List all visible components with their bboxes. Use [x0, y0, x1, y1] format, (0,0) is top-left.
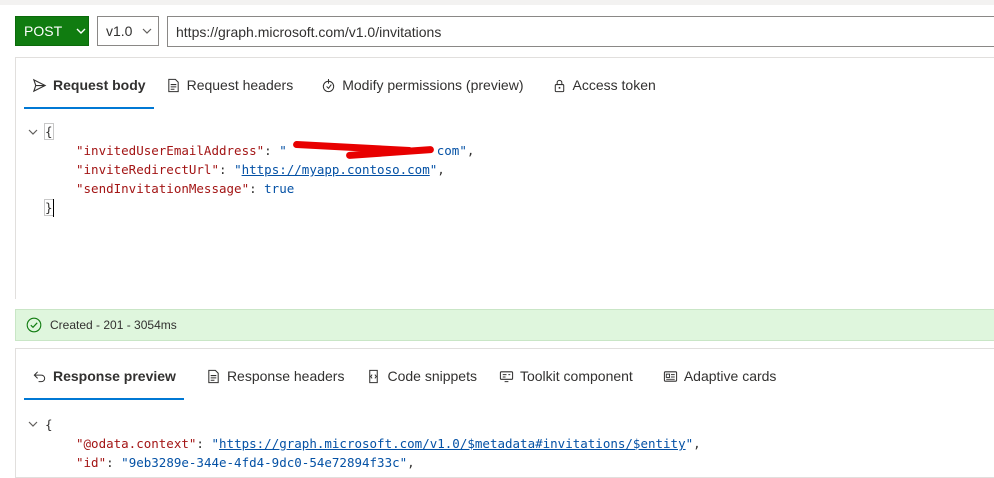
- json-separator: :: [196, 436, 212, 451]
- tab-response-preview[interactable]: Response preview: [24, 358, 184, 400]
- fold-chevron-icon[interactable]: [28, 419, 38, 429]
- json-value: "9eb3289e-344e-4fd4-9dc0-54e72894f33c": [121, 455, 408, 470]
- tab-request-body[interactable]: Request body: [24, 67, 154, 109]
- document-icon: [167, 78, 179, 92]
- http-method-dropdown[interactable]: POST: [15, 16, 89, 46]
- json-separator: :: [249, 181, 265, 196]
- json-value: true: [264, 181, 295, 196]
- fold-chevron-icon[interactable]: [28, 127, 38, 137]
- tab-request-headers[interactable]: Request headers: [158, 67, 302, 103]
- json-quote: ": [234, 162, 242, 177]
- chevron-down-icon: [76, 28, 86, 34]
- url-input[interactable]: https://graph.microsoft.com/v1.0/invitat…: [167, 16, 994, 47]
- json-line: "id": "9eb3289e-344e-4fd4-9dc0-54e72894f…: [76, 453, 415, 472]
- json-key: "sendInvitationMessage": [76, 181, 250, 196]
- json-trailing-comma: ,: [437, 162, 445, 177]
- json-key: "inviteRedirectUrl": [76, 162, 219, 177]
- json-key: "@odata.context": [76, 436, 197, 451]
- json-line: "sendInvitationMessage": true: [76, 179, 294, 198]
- http-method-label: POST: [24, 23, 63, 39]
- json-close-brace: }: [44, 198, 54, 217]
- top-strip: [0, 0, 994, 5]
- json-line: "@odata.context": "https://graph.microso…: [76, 434, 701, 453]
- undo-arrow-icon: [33, 370, 46, 382]
- json-value-tail: com": [436, 143, 467, 158]
- code-snippet-icon: [369, 369, 379, 383]
- tab-access-token[interactable]: Access token: [544, 67, 664, 103]
- json-separator: :: [264, 143, 280, 158]
- close-brace: }: [44, 199, 54, 216]
- json-trailing-comma: ,: [466, 143, 475, 158]
- json-separator: :: [219, 162, 235, 177]
- card-icon: [663, 370, 677, 382]
- tab-label: Request body: [53, 77, 146, 93]
- tab-modify-permissions[interactable]: Modify permissions (preview): [313, 67, 531, 103]
- json-value: ": [279, 143, 287, 158]
- tab-label: Response preview: [53, 368, 176, 384]
- version-dropdown[interactable]: v1.0: [97, 16, 159, 46]
- chevron-down-icon: [143, 28, 152, 34]
- json-key: "id": [76, 455, 107, 470]
- permission-icon: [323, 78, 335, 92]
- json-open-brace: {: [44, 122, 54, 141]
- json-separator: :: [106, 455, 122, 470]
- tab-label: Modify permissions (preview): [342, 77, 524, 93]
- open-brace: {: [45, 417, 53, 432]
- json-open-brace: {: [45, 415, 53, 434]
- tab-label: Access token: [572, 77, 656, 93]
- json-trailing-comma: ,: [407, 455, 415, 470]
- send-icon: [32, 78, 47, 92]
- json-quote: ": [211, 436, 220, 451]
- tab-adaptive-cards[interactable]: Adaptive cards: [655, 358, 785, 394]
- url-text: https://graph.microsoft.com/v1.0/invitat…: [176, 23, 442, 40]
- tab-toolkit-component[interactable]: Toolkit component: [491, 358, 641, 394]
- toolkit-icon: [499, 370, 514, 382]
- response-panel: Response preview Response headers Code s…: [15, 348, 994, 478]
- tab-response-headers[interactable]: Response headers: [198, 358, 353, 394]
- json-line: "inviteRedirectUrl": "https://myapp.cont…: [76, 160, 445, 179]
- open-brace: {: [44, 123, 54, 140]
- tab-label: Request headers: [186, 77, 294, 93]
- json-trailing-comma: ,: [693, 436, 701, 451]
- tab-label: Response headers: [226, 368, 345, 384]
- odata-context-link[interactable]: https://graph.microsoft.com/v1.0/$metada…: [219, 436, 686, 451]
- redirect-url-link[interactable]: https://myapp.contoso.com: [242, 162, 430, 177]
- check-circle-icon: [26, 317, 42, 333]
- json-key: "invitedUserEmailAddress": [76, 143, 265, 158]
- tab-label: Adaptive cards: [683, 368, 777, 384]
- status-text: Created - 201 - 3054ms: [50, 318, 177, 332]
- request-panel: Request body Request headers Modify perm…: [15, 57, 994, 299]
- json-quote: ": [685, 436, 694, 451]
- version-label: v1.0: [106, 23, 133, 39]
- tab-label: Code snippets: [387, 368, 477, 384]
- text-cursor: [53, 199, 54, 217]
- tab-label: Toolkit component: [519, 368, 633, 384]
- tab-code-snippets[interactable]: Code snippets: [358, 358, 485, 394]
- document-icon: [208, 369, 219, 383]
- response-tabs: Response preview Response headers Code s…: [24, 358, 785, 400]
- request-tabs: Request body Request headers Modify perm…: [24, 67, 664, 109]
- lock-icon: [554, 79, 564, 92]
- status-bar: Created - 201 - 3054ms: [15, 309, 994, 341]
